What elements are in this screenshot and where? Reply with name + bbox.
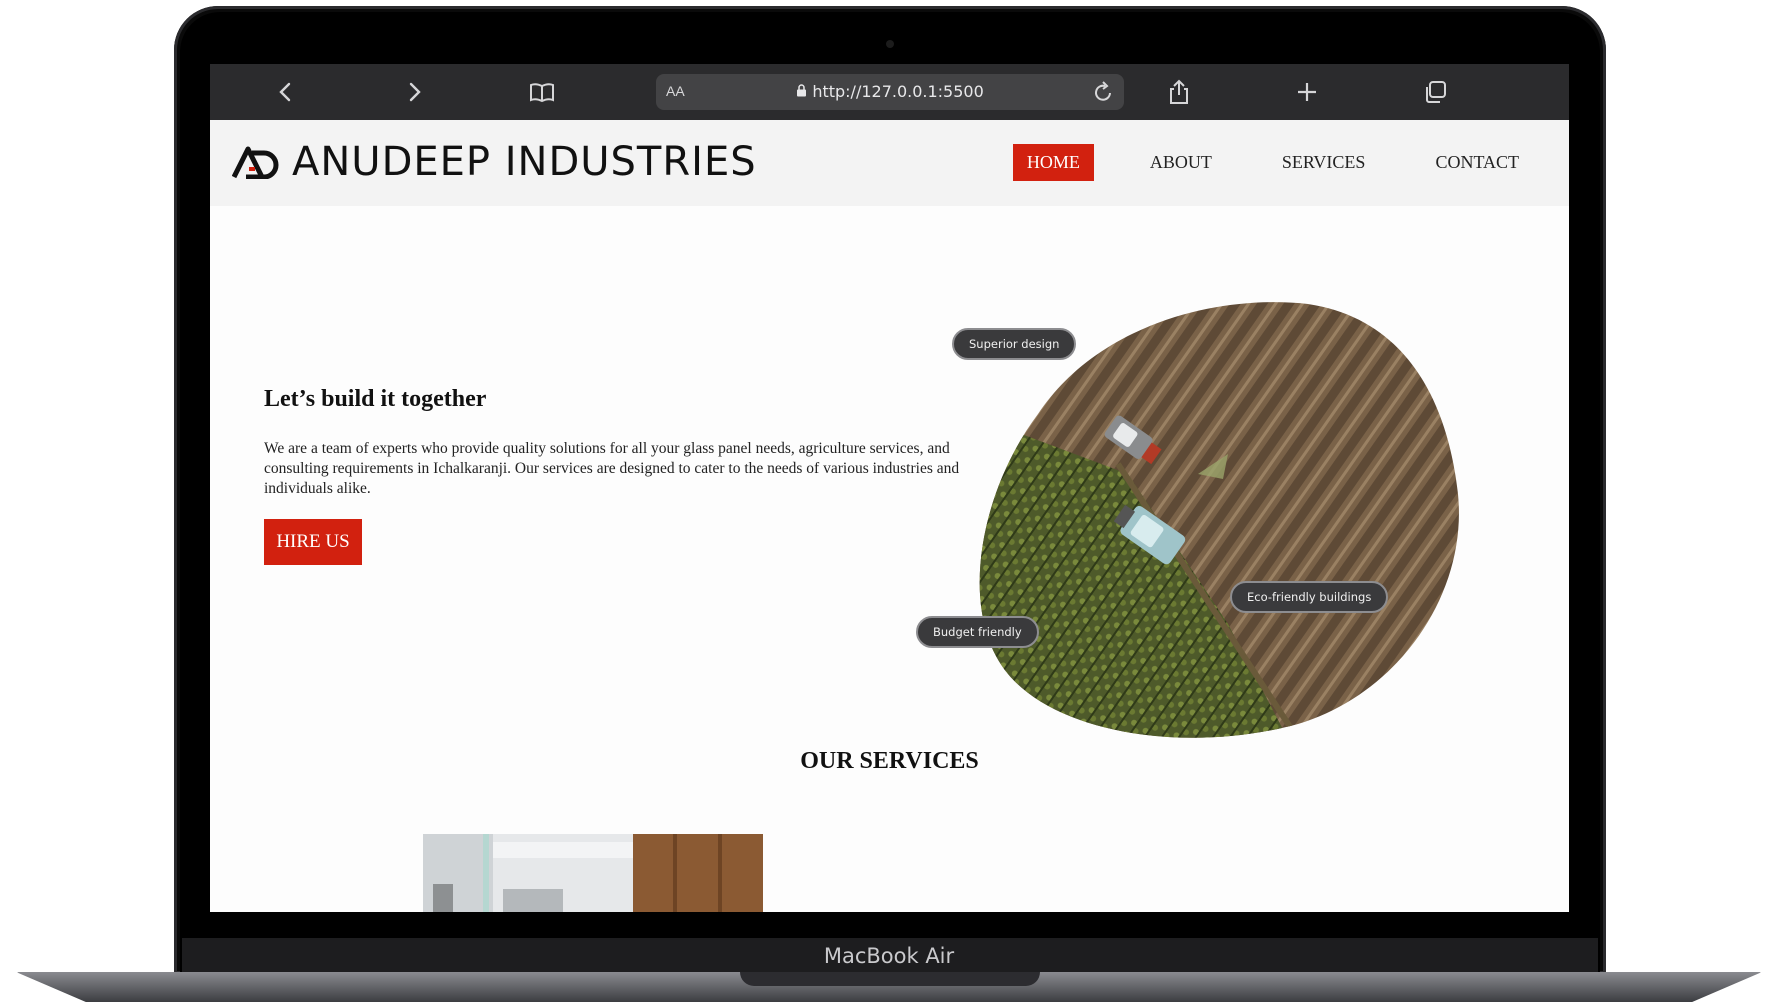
nav-home[interactable]: HOME: [1012, 144, 1094, 181]
laptop-notch: [740, 972, 1040, 986]
share-icon[interactable]: [1165, 78, 1193, 106]
service-image: [423, 834, 763, 912]
site-header: ANUDEEP INDUSTRIES HOME ABOUT SERVICES C…: [210, 120, 1569, 206]
tag-superior-design: Superior design: [952, 328, 1077, 360]
reload-icon[interactable]: [1092, 78, 1114, 110]
device-label: MacBook Air: [823, 944, 955, 968]
nav-services[interactable]: SERVICES: [1268, 144, 1380, 181]
forward-icon[interactable]: [400, 78, 428, 106]
hero-title: Let’s build it together: [264, 386, 487, 412]
tag-budget-friendly: Budget friendly: [916, 616, 1039, 648]
new-tab-icon[interactable]: [1293, 78, 1321, 106]
hero-description: We are a team of experts who provide qua…: [264, 440, 960, 497]
tabs-icon[interactable]: [1421, 78, 1449, 106]
tag-eco-friendly: Eco-friendly buildings: [1230, 581, 1389, 613]
screen: AA http://127.0.0.1:5500 ANUDEEP INDUSTR…: [210, 64, 1569, 912]
url-value: http://127.0.0.1:5500: [812, 82, 984, 101]
hero-image: [979, 302, 1459, 738]
brand-name: ANUDEEP INDUSTRIES: [292, 139, 757, 185]
back-icon[interactable]: [272, 78, 300, 106]
lock-icon: [796, 82, 812, 101]
services-title: OUR SERVICES: [800, 748, 979, 774]
nav-contact[interactable]: CONTACT: [1421, 144, 1533, 181]
hire-us-button[interactable]: HIRE US: [264, 519, 362, 565]
url-text[interactable]: http://127.0.0.1:5500: [656, 82, 1124, 101]
nav-about[interactable]: ABOUT: [1136, 144, 1226, 181]
browser-toolbar: AA http://127.0.0.1:5500: [210, 64, 1569, 120]
main-nav: HOME ABOUT SERVICES CONTACT: [1012, 144, 1533, 181]
bookmarks-icon[interactable]: [528, 78, 556, 106]
logo-icon: [232, 146, 279, 179]
logo[interactable]: ANUDEEP INDUSTRIES: [232, 139, 757, 185]
camera-icon: [886, 40, 894, 48]
address-bar[interactable]: AA http://127.0.0.1:5500: [656, 74, 1124, 110]
